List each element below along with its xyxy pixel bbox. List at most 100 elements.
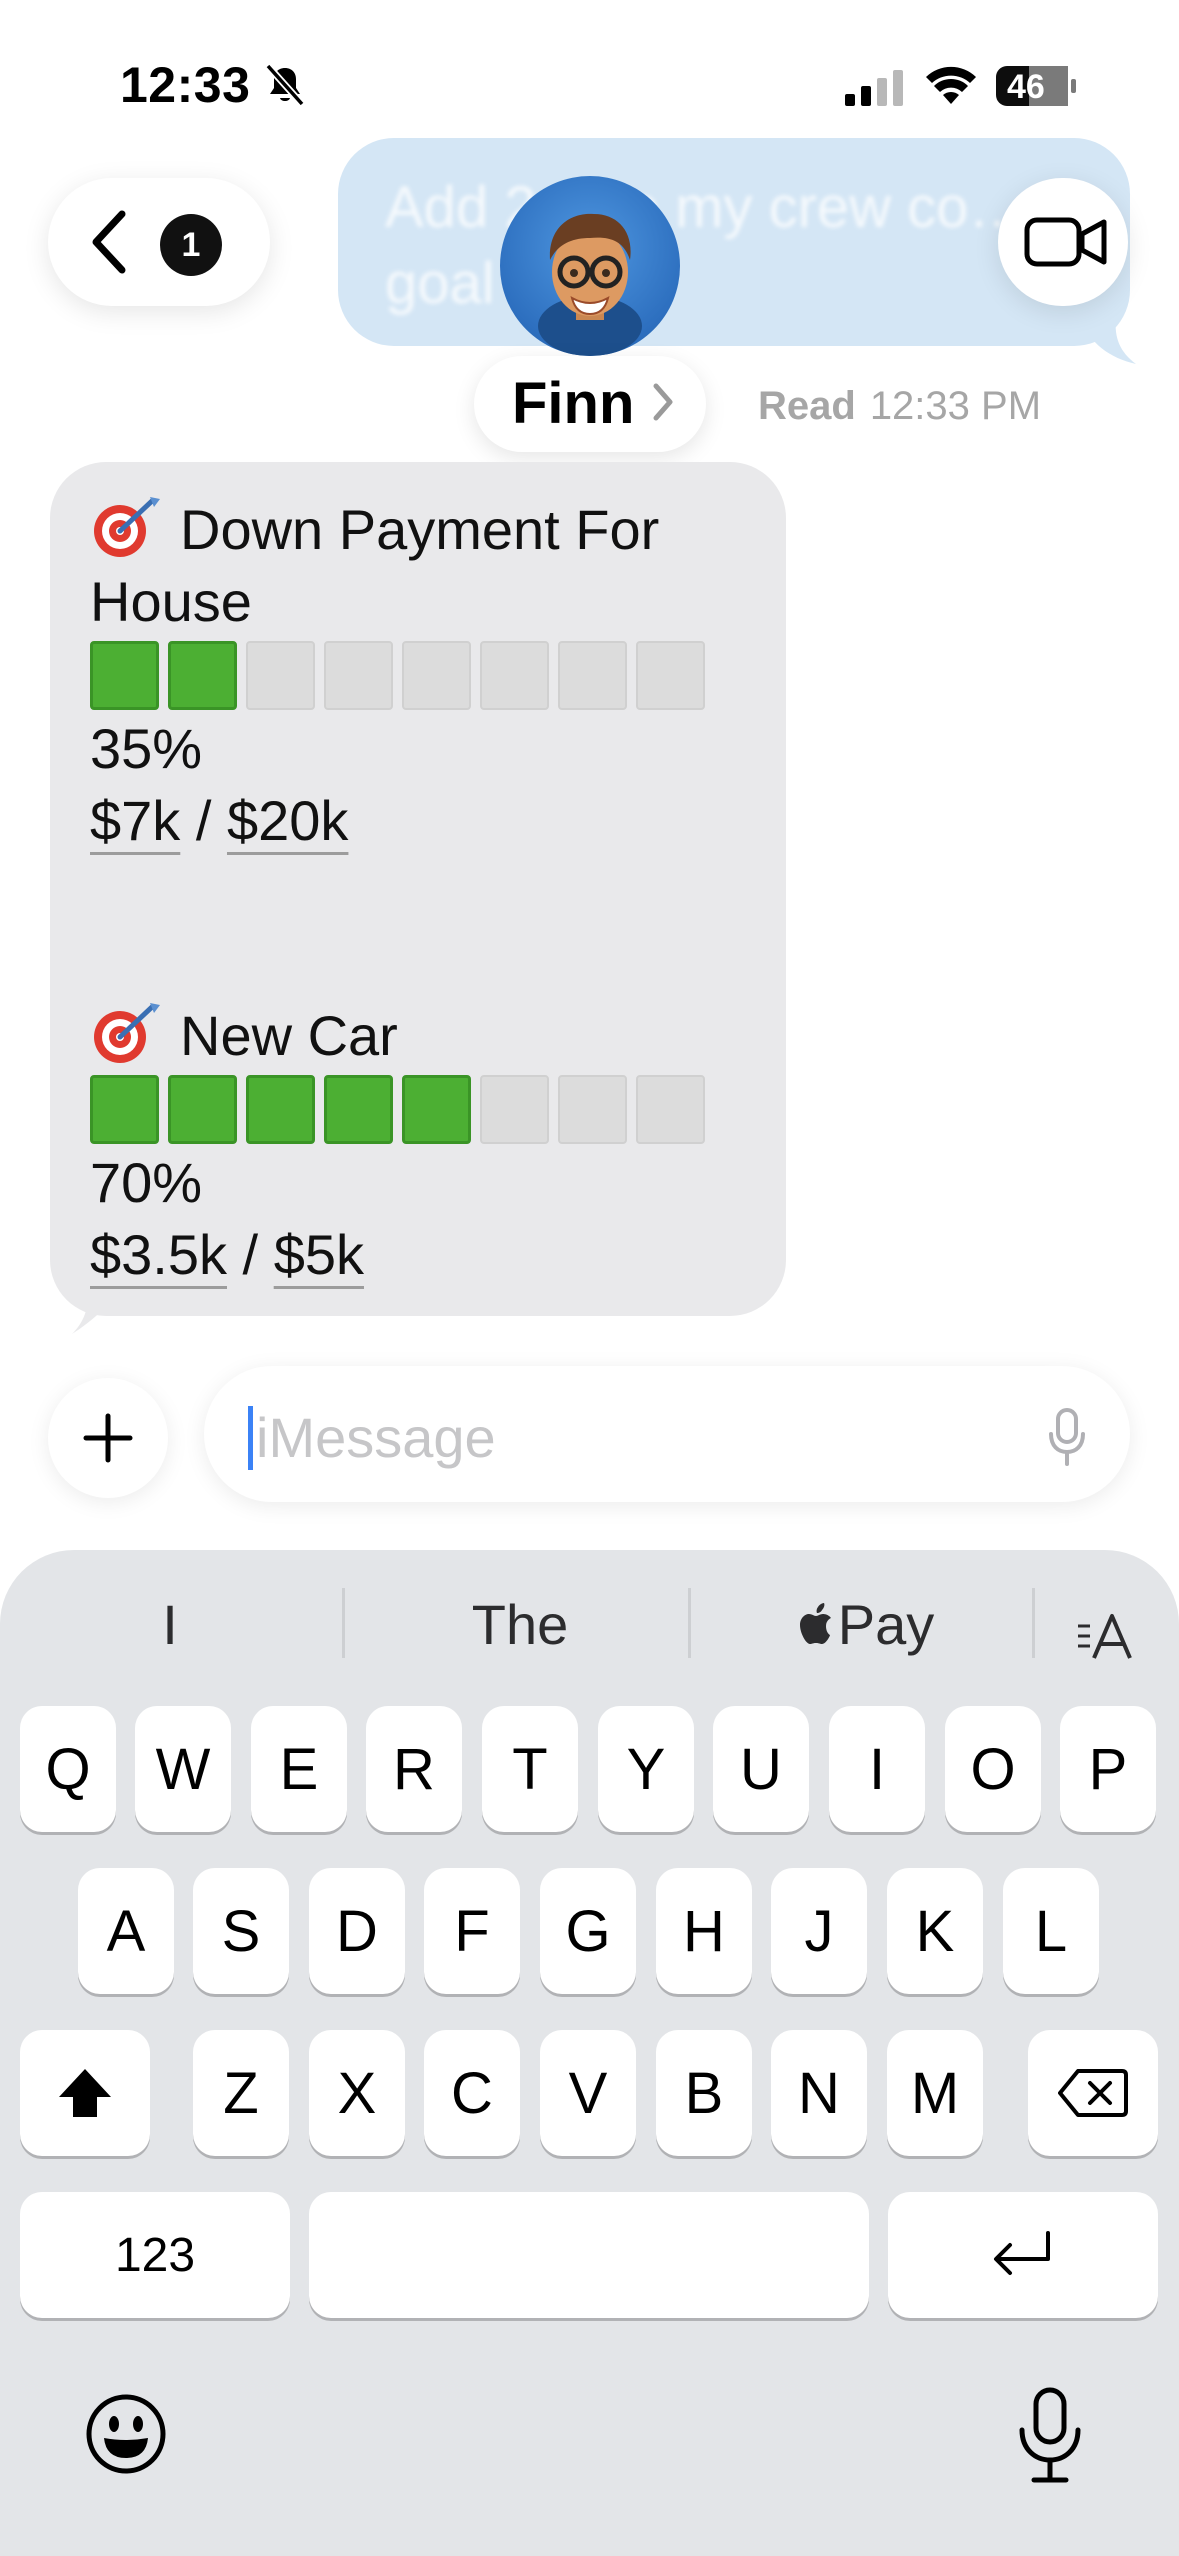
key-i[interactable]: I <box>829 1706 925 1832</box>
key-k[interactable]: K <box>887 1868 983 1994</box>
space-key[interactable] <box>309 2192 869 2318</box>
progress-segment-filled <box>90 641 159 710</box>
delete-icon <box>1058 2069 1128 2117</box>
video-camera-icon <box>1024 217 1107 267</box>
text-cursor <box>248 1406 253 1470</box>
shift-key[interactable] <box>20 2030 150 2156</box>
key-b[interactable]: B <box>656 2030 752 2156</box>
saved-amount-link[interactable]: $3.5k <box>90 1223 227 1286</box>
key-v[interactable]: V <box>540 2030 636 2156</box>
key-u[interactable]: U <box>713 1706 809 1832</box>
goal-amounts: $7k / $20k <box>90 789 349 852</box>
saved-amount-link[interactable]: $7k <box>90 789 180 852</box>
shift-icon <box>59 2069 111 2117</box>
status-time: 12:33 <box>120 57 251 113</box>
target-amount-link[interactable]: $5k <box>274 1223 364 1286</box>
delete-key[interactable] <box>1028 2030 1158 2156</box>
key-f[interactable]: F <box>424 1868 520 1994</box>
key-j[interactable]: J <box>771 1868 867 1994</box>
key-e[interactable]: E <box>251 1706 347 1832</box>
progress-segment-filled <box>168 1075 237 1144</box>
key-t[interactable]: T <box>482 1706 578 1832</box>
goal-title: New Car <box>90 1000 770 1072</box>
suggestion-divider <box>342 1588 345 1658</box>
unread-count-badge: 1 <box>160 214 222 276</box>
goal-card-down-payment: Down Payment For House 35% $7k / $20k <box>90 494 770 857</box>
goal-percent: 70% <box>90 1151 203 1214</box>
text-size-icon[interactable] <box>1076 1612 1136 1662</box>
progress-segment-empty <box>558 1075 627 1144</box>
chevron-right-icon <box>653 383 673 421</box>
progress-segment-empty <box>402 641 471 710</box>
wifi-icon <box>926 66 976 104</box>
battery-level: 46 <box>1007 68 1045 106</box>
suggestion-divider <box>1032 1588 1035 1658</box>
goal-title-continued: House <box>90 570 252 633</box>
progress-segment-empty <box>246 641 315 710</box>
progress-segment-empty <box>558 641 627 710</box>
progress-segment-filled <box>402 1075 471 1144</box>
key-g[interactable]: G <box>540 1868 636 1994</box>
progress-segment-filled <box>324 1075 393 1144</box>
key-o[interactable]: O <box>945 1706 1041 1832</box>
key-a[interactable]: A <box>78 1868 174 1994</box>
suggestion-1[interactable]: I <box>120 1590 220 1660</box>
numbers-key[interactable]: 123 <box>20 2192 290 2318</box>
progress-segment-empty <box>480 641 549 710</box>
key-r[interactable]: R <box>366 1706 462 1832</box>
key-m[interactable]: M <box>887 2030 983 2156</box>
progress-segment-empty <box>636 641 705 710</box>
progress-segment-filled <box>90 1075 159 1144</box>
key-s[interactable]: S <box>193 1868 289 1994</box>
key-l[interactable]: L <box>1003 1868 1099 1994</box>
apple-logo-icon <box>799 1603 831 1644</box>
progress-segment-empty <box>324 641 393 710</box>
key-z[interactable]: Z <box>193 2030 289 2156</box>
progress-segment-empty <box>636 1075 705 1144</box>
suggestion-2[interactable]: The <box>420 1590 620 1660</box>
read-receipt-time: 12:33 PM <box>869 384 1042 428</box>
progress-bar <box>90 641 770 710</box>
target-amount-link[interactable]: $20k <box>227 789 348 852</box>
progress-segment-filled <box>168 641 237 710</box>
emoji-icon[interactable] <box>84 2392 168 2476</box>
key-q[interactable]: Q <box>20 1706 116 1832</box>
back-button[interactable] <box>48 178 270 306</box>
signal-icon <box>845 70 903 106</box>
sent-bubble-tail <box>1080 318 1136 364</box>
progress-segment-empty <box>480 1075 549 1144</box>
return-icon <box>994 2231 1050 2275</box>
key-h[interactable]: H <box>656 1868 752 1994</box>
bell-slash-icon <box>265 63 305 107</box>
goal-card-new-car: New Car 70% $3.5k / $5k <box>90 1000 770 1291</box>
key-c[interactable]: C <box>424 2030 520 2156</box>
goal-title: Down Payment For <box>90 494 770 566</box>
dart-target-icon <box>94 1003 160 1063</box>
contact-avatar[interactable] <box>500 176 680 356</box>
suggestion-divider <box>688 1588 691 1658</box>
plus-icon <box>83 1413 133 1463</box>
chevron-left-icon <box>92 210 126 274</box>
sent-message-text: Add 2… to my crew co… goal <box>385 175 1027 316</box>
dart-target-icon <box>94 497 160 557</box>
read-receipt: Read 12:33 PM <box>758 382 1041 430</box>
microphone-icon[interactable] <box>1048 1408 1086 1466</box>
key-y[interactable]: Y <box>598 1706 694 1832</box>
key-x[interactable]: X <box>309 2030 405 2156</box>
return-key[interactable] <box>888 2192 1158 2318</box>
memoji-avatar-icon <box>538 213 642 356</box>
contact-name: Finn <box>512 371 635 436</box>
goal-percent: 35% <box>90 717 203 780</box>
key-w[interactable]: W <box>135 1706 231 1832</box>
read-receipt-label: Read <box>758 384 856 428</box>
goal-amounts: $3.5k / $5k <box>90 1223 364 1286</box>
imessage-placeholder: iMessage <box>256 1406 496 1469</box>
progress-segment-filled <box>246 1075 315 1144</box>
progress-bar <box>90 1075 770 1144</box>
suggestion-apple-pay[interactable]: Pay <box>796 1590 936 1660</box>
key-p[interactable]: P <box>1060 1706 1156 1832</box>
microphone-icon[interactable] <box>1010 2386 1090 2486</box>
battery-icon: 46 <box>995 64 1077 108</box>
key-n[interactable]: N <box>771 2030 867 2156</box>
key-d[interactable]: D <box>309 1868 405 1994</box>
